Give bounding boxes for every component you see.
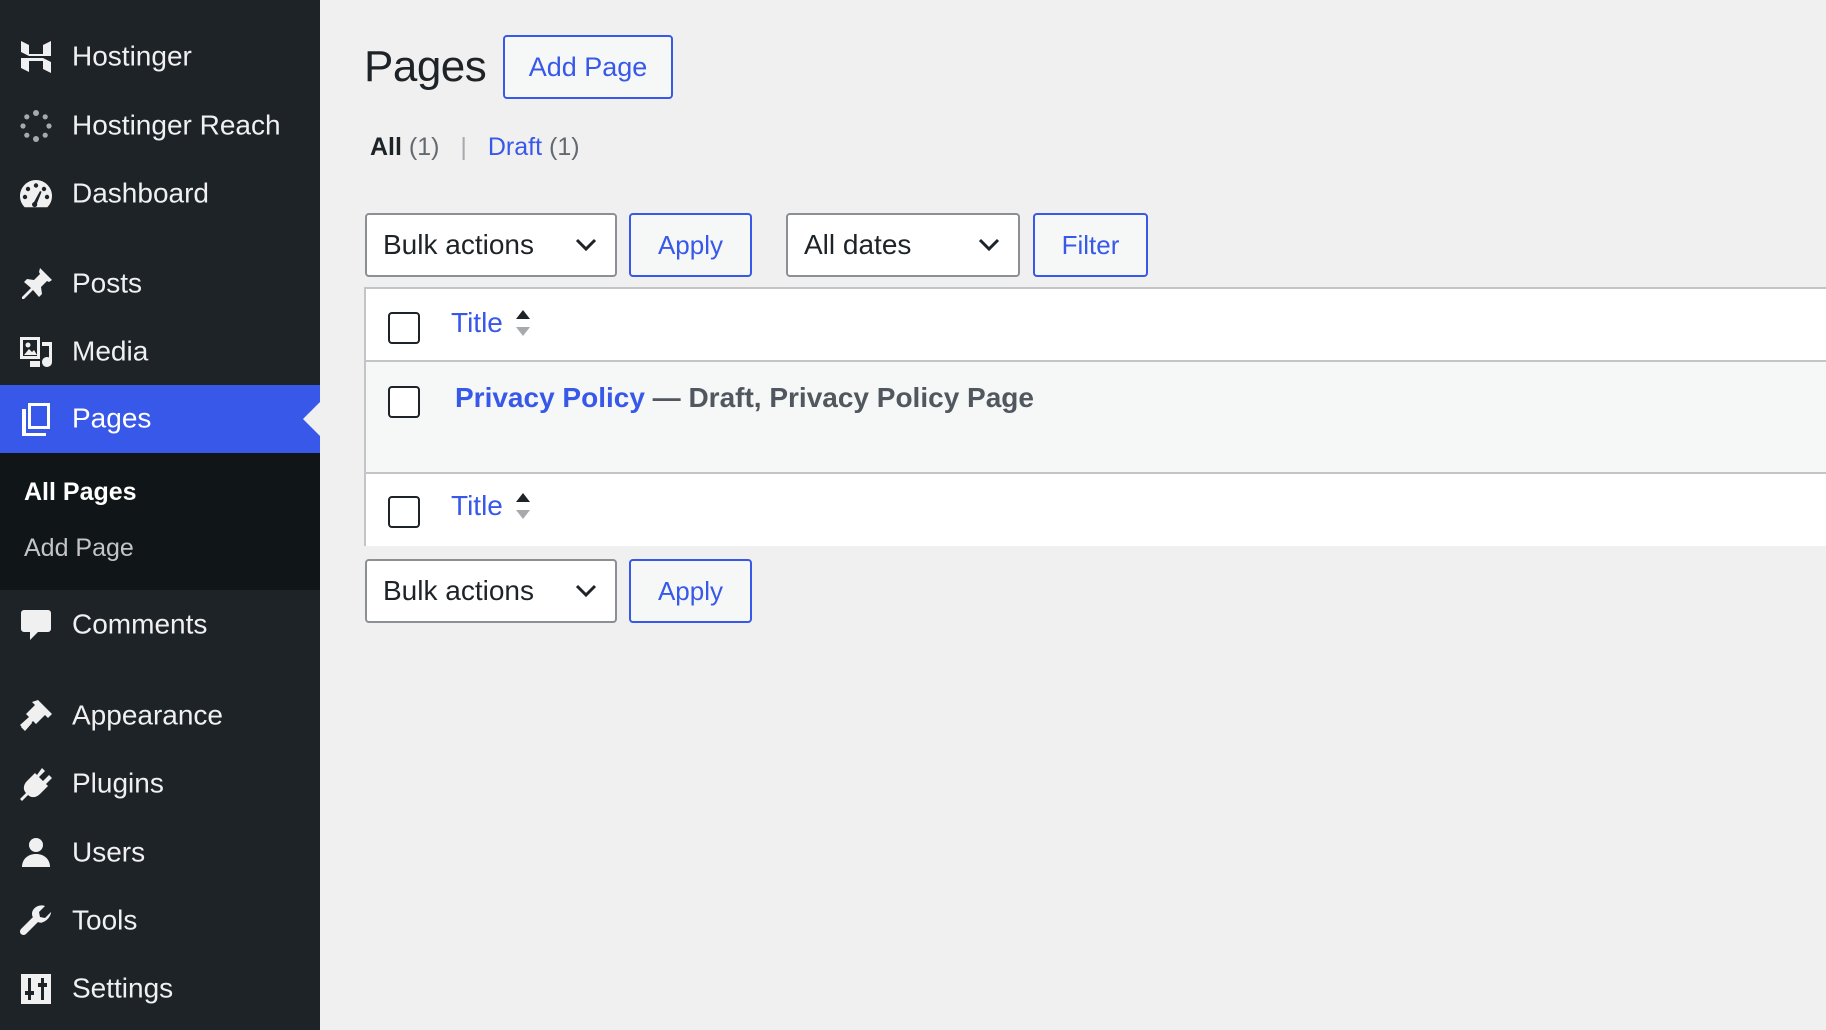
- table-header-row: Title: [366, 289, 1826, 362]
- sidebar-item-appearance[interactable]: Appearance: [0, 682, 320, 750]
- sidebar-item-label: Dashboard: [72, 177, 209, 209]
- view-all-count: (1): [408, 133, 440, 161]
- sidebar-item-plugins[interactable]: Plugins: [0, 750, 320, 818]
- view-draft-link[interactable]: Draft: [488, 133, 542, 161]
- sidebar-item-comments[interactable]: Comments: [0, 591, 320, 659]
- sidebar-item-label: Appearance: [72, 699, 224, 731]
- sidebar-item-tools[interactable]: Tools: [0, 887, 320, 955]
- sidebar-item-label: Media: [72, 335, 149, 367]
- user-icon: [17, 834, 55, 872]
- sidebar-item-label: Comments: [72, 608, 208, 640]
- hostinger-logo-icon: [17, 38, 55, 76]
- sidebar-item-posts[interactable]: Posts: [0, 250, 320, 318]
- sidebar-item-hostinger[interactable]: Hostinger: [0, 23, 320, 91]
- title-column-footer[interactable]: Title: [451, 490, 531, 522]
- pushpin-icon: [17, 265, 55, 303]
- sidebar-item-label: Settings: [72, 972, 174, 1004]
- row-title: Privacy Policy — Draft, Privacy Policy P…: [455, 382, 1034, 414]
- paintbrush-icon: [17, 697, 55, 735]
- bulk-actions-value: Bulk actions: [383, 575, 534, 606]
- admin-sidebar: Hostinger Hostinger Reach Dashboard Post…: [0, 0, 320, 1030]
- sidebar-item-users[interactable]: Users: [0, 819, 320, 887]
- select-all-checkbox-bottom[interactable]: [388, 496, 420, 528]
- sidebar-item-label: Tools: [72, 904, 138, 936]
- view-all-link[interactable]: All: [370, 133, 402, 161]
- media-icon: [17, 333, 55, 371]
- pages-submenu: All Pages Add Page: [0, 453, 320, 590]
- row-checkbox[interactable]: [388, 386, 420, 418]
- sidebar-item-label: Posts: [72, 267, 143, 299]
- chevron-down-icon: [575, 584, 597, 598]
- reach-spinner-icon: [17, 107, 55, 145]
- pages-icon: [17, 400, 55, 438]
- sidebar-item-dashboard[interactable]: Dashboard: [0, 160, 320, 228]
- pages-table: Title Privacy Policy — Draft, Privacy Po…: [364, 287, 1826, 546]
- bulk-actions-value: Bulk actions: [383, 229, 534, 260]
- plug-icon: [17, 765, 55, 803]
- title-column-label: Title: [451, 307, 503, 338]
- sidebar-item-label: Plugins: [72, 767, 164, 799]
- sidebar-item-label: Pages: [72, 402, 152, 434]
- sort-indicator-icon: [515, 493, 530, 519]
- apply-button-top[interactable]: Apply: [629, 213, 752, 277]
- apply-button-bottom[interactable]: Apply: [629, 559, 752, 623]
- page-state: — Draft, Privacy Policy Page: [644, 382, 1034, 413]
- sidebar-item-label: Hostinger Reach: [72, 109, 281, 141]
- submenu-item-add-page[interactable]: Add Page: [24, 534, 134, 563]
- sidebar-item-hostinger-reach[interactable]: Hostinger Reach: [0, 92, 320, 160]
- dashboard-gauge-icon: [17, 175, 55, 213]
- select-all-checkbox[interactable]: [388, 312, 420, 344]
- page-title: Pages: [364, 42, 487, 91]
- filter-button[interactable]: Filter: [1033, 213, 1148, 277]
- sidebar-item-label: Users: [72, 836, 146, 868]
- bulk-actions-select-bottom[interactable]: Bulk actions: [365, 559, 617, 623]
- sidebar-item-settings[interactable]: Settings: [0, 955, 320, 1023]
- add-page-button[interactable]: Add Page: [503, 35, 673, 99]
- bulk-actions-select-top[interactable]: Bulk actions: [365, 213, 617, 277]
- wrench-icon: [17, 902, 55, 940]
- chevron-down-icon: [978, 238, 1000, 252]
- sidebar-item-media[interactable]: Media: [0, 318, 320, 386]
- view-filters: All (1) | Draft (1): [370, 133, 580, 162]
- view-separator: |: [460, 133, 467, 161]
- dates-filter-value: All dates: [804, 229, 912, 260]
- table-footer-row: Title: [366, 474, 1826, 546]
- submenu-item-all-pages[interactable]: All Pages: [24, 478, 137, 507]
- table-row: Privacy Policy — Draft, Privacy Policy P…: [366, 362, 1826, 474]
- title-column-label: Title: [451, 490, 503, 521]
- view-draft-count: (1): [549, 133, 580, 161]
- title-column-header[interactable]: Title: [451, 307, 531, 339]
- sidebar-item-pages[interactable]: Pages: [0, 385, 320, 453]
- dates-filter-select[interactable]: All dates: [786, 213, 1020, 277]
- comment-bubble-icon: [17, 606, 55, 644]
- sidebar-item-label: Hostinger: [72, 40, 192, 72]
- settings-sliders-icon: [17, 970, 55, 1008]
- chevron-down-icon: [575, 238, 597, 252]
- sort-indicator-icon: [515, 310, 530, 336]
- page-title-link[interactable]: Privacy Policy: [455, 382, 645, 413]
